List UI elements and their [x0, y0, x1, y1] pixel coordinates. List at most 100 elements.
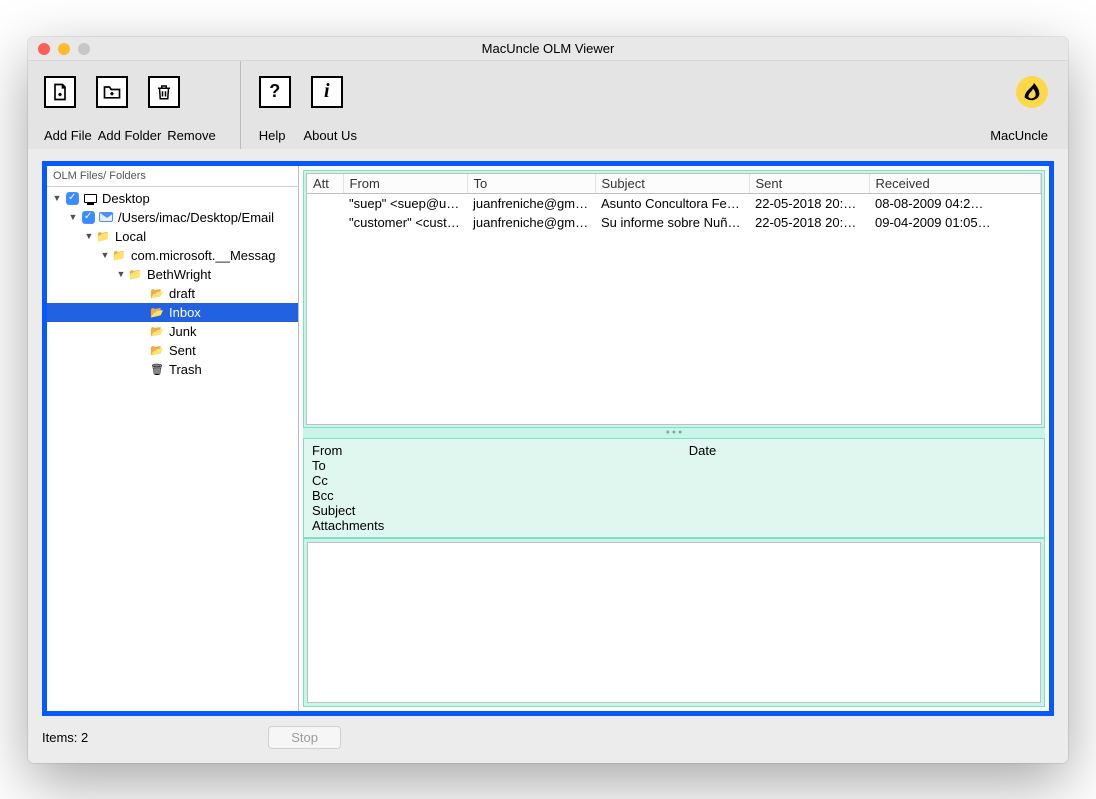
- message-headers-panel: From To Cc Bcc Subject Attachments Date: [303, 438, 1045, 538]
- cell-received: 08-08-2009 04:2…: [869, 193, 1041, 213]
- disclosure-icon[interactable]: ▼: [51, 193, 63, 203]
- help-label[interactable]: Help: [259, 128, 286, 143]
- disclosure-icon[interactable]: ▼: [99, 250, 111, 260]
- file-plus-icon: [50, 82, 70, 102]
- mail-list-panel: Att From To Subject Sent Received: [303, 170, 1045, 428]
- cell-subject: Su informe sobre Nuñe…: [595, 213, 749, 232]
- trash-folder-icon: [149, 362, 165, 376]
- add-folder-label[interactable]: Add Folder: [98, 128, 162, 143]
- tree-label: draft: [169, 286, 195, 301]
- toolbar-group-help: ? i Help About Us: [259, 76, 363, 149]
- question-icon: ?: [269, 81, 280, 102]
- stop-button[interactable]: Stop: [268, 726, 341, 749]
- add-file-label[interactable]: Add File: [44, 128, 92, 143]
- cell-received: 09-04-2009 01:05…: [869, 213, 1041, 232]
- folder-icon: [149, 343, 165, 357]
- disclosure-icon[interactable]: ▼: [83, 231, 95, 241]
- tree-node-msgdir[interactable]: ▼ com.microsoft.__Messag: [47, 246, 298, 265]
- brand-label[interactable]: MacUncle: [990, 128, 1048, 149]
- toolbar-separator: [240, 61, 241, 149]
- window-title: MacUncle OLM Viewer: [482, 41, 615, 56]
- tree-label: Trash: [169, 362, 202, 377]
- items-label: Items:: [42, 730, 77, 745]
- col-received[interactable]: Received: [869, 174, 1041, 194]
- disclosure-icon[interactable]: ▼: [115, 269, 127, 279]
- mail-row[interactable]: "customer" <custo… juanfreniche@gmail… S…: [307, 213, 1041, 232]
- items-count: 2: [81, 730, 88, 745]
- cell-subject: Asunto Concultora Fenix: [595, 193, 749, 213]
- tree-label: com.microsoft.__Messag: [131, 248, 276, 263]
- tree-node-local[interactable]: ▼ Local: [47, 227, 298, 246]
- hdr-subject: Subject: [312, 503, 355, 518]
- remove-label[interactable]: Remove: [167, 128, 215, 143]
- folder-icon: [111, 248, 127, 262]
- col-att[interactable]: Att: [307, 174, 343, 194]
- tree-node-sent[interactable]: Sent: [47, 341, 298, 360]
- tree-label: Local: [115, 229, 146, 244]
- toolbar-group-files: Add File Add Folder Remove: [44, 76, 222, 149]
- close-window-button[interactable]: [38, 43, 50, 55]
- folder-icon: [149, 286, 165, 300]
- info-icon: i: [324, 80, 330, 103]
- tree-label: Sent: [169, 343, 196, 358]
- content-area: OLM Files/ Folders ▼ Desktop ▼ /Users/im…: [28, 149, 1068, 716]
- flame-leaf-icon: [1021, 81, 1043, 103]
- tree-node-junk[interactable]: Junk: [47, 322, 298, 341]
- remove-button[interactable]: [148, 76, 180, 108]
- tree-node-user[interactable]: ▼ BethWright: [47, 265, 298, 284]
- folder-icon: [95, 229, 111, 243]
- titlebar: MacUncle OLM Viewer: [28, 37, 1068, 61]
- tree-label: Inbox: [169, 305, 201, 320]
- splitter-handle[interactable]: ● ● ●: [303, 428, 1045, 438]
- add-file-button[interactable]: [44, 76, 76, 108]
- col-subject[interactable]: Subject: [595, 174, 749, 194]
- hdr-from: From: [312, 443, 342, 458]
- mail-table[interactable]: Att From To Subject Sent Received: [307, 174, 1041, 232]
- zoom-window-button[interactable]: [78, 43, 90, 55]
- trash-icon: [155, 82, 173, 102]
- hdr-date: Date: [689, 443, 716, 458]
- folder-icon: [149, 324, 165, 338]
- cell-sent: 22-05-2018 20:07…: [749, 193, 869, 213]
- help-button[interactable]: ?: [259, 76, 291, 108]
- tree-node-inbox[interactable]: Inbox: [47, 303, 298, 322]
- mail-table-header-row: Att From To Subject Sent Received: [307, 174, 1041, 194]
- tree-node-desktop[interactable]: ▼ Desktop: [47, 189, 298, 208]
- cell-sent: 22-05-2018 20:07…: [749, 213, 869, 232]
- mail-icon: [98, 210, 114, 224]
- col-sent[interactable]: Sent: [749, 174, 869, 194]
- tree-node-trash[interactable]: Trash: [47, 360, 298, 379]
- message-body[interactable]: [307, 542, 1041, 703]
- mail-row[interactable]: "suep" <suep@unl… juanfreniche@gmail… As…: [307, 193, 1041, 213]
- right-pane: Att From To Subject Sent Received: [299, 166, 1049, 711]
- about-button[interactable]: i: [311, 76, 343, 108]
- folder-tree[interactable]: ▼ Desktop ▼ /Users/imac/Desktop/Email ▼: [47, 187, 298, 711]
- brand-area: MacUncle: [990, 76, 1052, 149]
- toolbar: Add File Add Folder Remove ? i Help Abou…: [28, 61, 1068, 149]
- cell-to: juanfreniche@gmail…: [467, 193, 595, 213]
- folder-plus-icon: [102, 82, 122, 102]
- tree-label: BethWright: [147, 267, 211, 282]
- about-label[interactable]: About Us: [303, 128, 356, 143]
- tree-node-draft[interactable]: draft: [47, 284, 298, 303]
- hdr-attach: Attachments: [312, 518, 384, 533]
- col-from[interactable]: From: [343, 174, 467, 194]
- col-to[interactable]: To: [467, 174, 595, 194]
- hdr-cc: Cc: [312, 473, 328, 488]
- checkbox[interactable]: [82, 211, 95, 224]
- brand-logo-icon: [1016, 76, 1048, 108]
- status-bar: Items: 2 Stop: [28, 716, 1068, 763]
- window-controls: [38, 43, 90, 55]
- tree-label: Junk: [169, 324, 196, 339]
- cell-from: "suep" <suep@unl…: [343, 193, 467, 213]
- disclosure-icon[interactable]: ▼: [67, 212, 79, 222]
- hdr-bcc: Bcc: [312, 488, 334, 503]
- sidebar: OLM Files/ Folders ▼ Desktop ▼ /Users/im…: [47, 166, 299, 711]
- minimize-window-button[interactable]: [58, 43, 70, 55]
- checkbox[interactable]: [66, 192, 79, 205]
- folder-icon: [149, 305, 165, 319]
- add-folder-button[interactable]: [96, 76, 128, 108]
- sidebar-header: OLM Files/ Folders: [47, 166, 298, 187]
- tree-node-path[interactable]: ▼ /Users/imac/Desktop/Email: [47, 208, 298, 227]
- desktop-icon: [82, 191, 98, 205]
